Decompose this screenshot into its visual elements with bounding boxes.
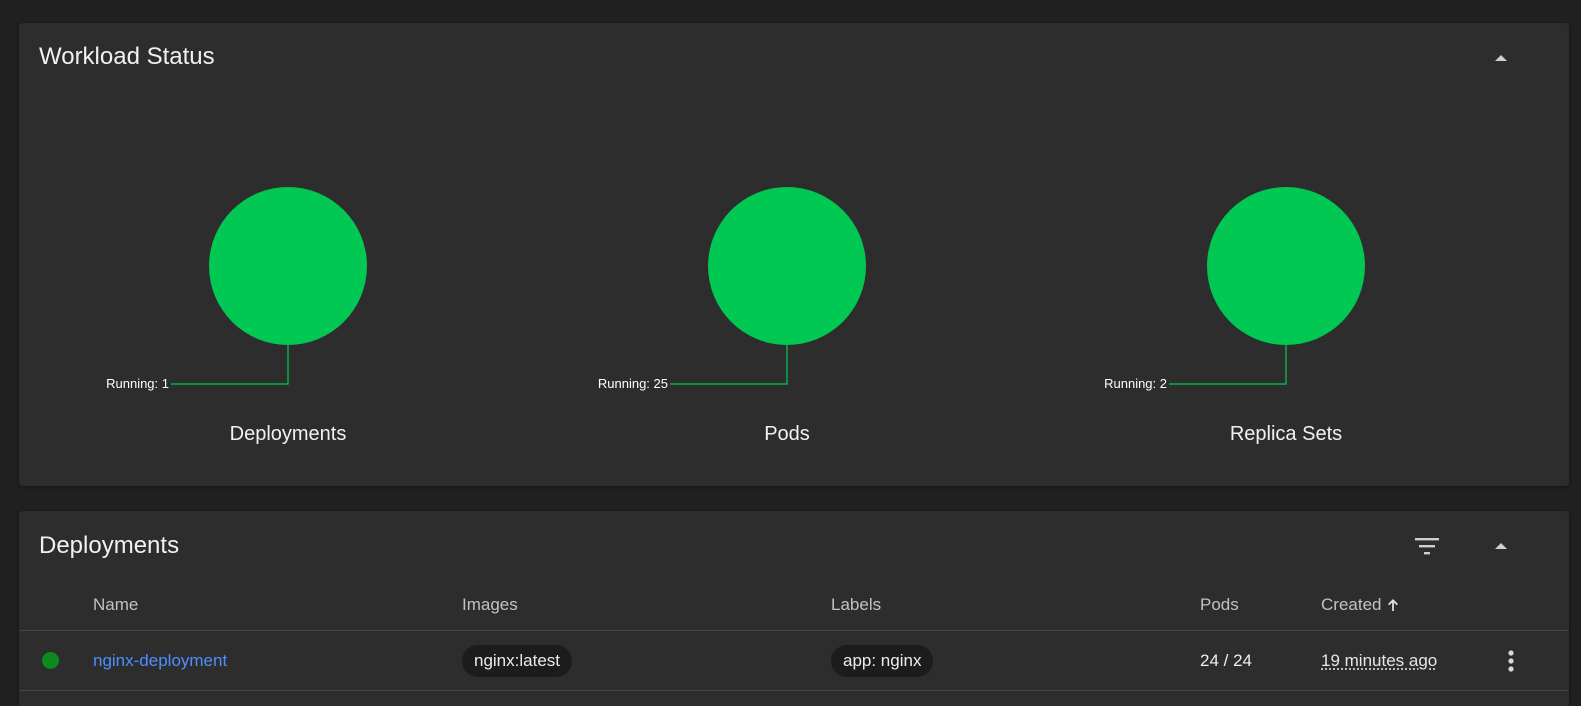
replica-sets-pie-slice[interactable] [1207,187,1365,345]
image-chip: nginx:latest [462,644,572,677]
row-menu-button[interactable] [1501,631,1521,690]
column-header-created[interactable]: Created [1321,595,1399,615]
filter-button[interactable] [1407,526,1447,566]
replica-sets-chart-label: Replica Sets [1229,423,1343,445]
workload-status-card: Workload Status Running: 1 Deployments R… [19,23,1569,486]
deployments-card: Deployments Name Images Labels Pods Crea… [19,511,1569,706]
created-time: 19 minutes ago [1321,650,1438,670]
column-header-images: Images [462,595,518,614]
pods-cell: 24 / 24 [1200,631,1252,690]
pods-count: 24 / 24 [1200,650,1252,670]
column-header-name[interactable]: Name [93,595,138,615]
pods-pie-slice[interactable] [708,187,866,345]
pods-status-chart: Running: 25 Pods [577,23,997,486]
deployments-running-label: Running: 1 [106,376,169,391]
deployments-status-chart: Running: 1 Deployments [78,23,498,486]
replica-sets-running-label: Running: 2 [1104,376,1167,391]
label-chip: app: nginx [831,644,934,677]
column-header-pods: Pods [1200,595,1239,614]
images-cell: nginx:latest [462,631,572,690]
pods-leader-line [670,345,788,385]
column-header-created-label: Created [1321,595,1382,614]
status-cell [42,631,59,690]
chevron-up-icon [1495,55,1507,61]
deployments-title: Deployments [39,532,180,559]
name-cell: nginx-deployment [93,631,227,690]
table-row: nginx-deployment nginx:latest app: nginx… [19,631,1569,691]
filter-icon [1415,538,1439,555]
pods-running-label: Running: 25 [598,376,668,391]
deployments-pie-slice[interactable] [209,187,367,345]
table-header: Name Images Labels Pods Created [19,585,1569,631]
replica-sets-leader-line [1169,345,1287,385]
chevron-up-icon [1495,543,1507,549]
created-cell: 19 minutes ago [1321,631,1437,690]
more-vert-icon [1508,649,1514,672]
replica-sets-status-chart: Running: 2 Replica Sets [1076,23,1496,486]
labels-cell: app: nginx [831,631,934,690]
deployment-name-link[interactable]: nginx-deployment [93,651,227,671]
pods-chart-label: Pods [764,423,810,445]
status-running-icon [42,652,59,669]
collapse-deployments-button[interactable] [1481,526,1521,566]
deployments-chart-label: Deployments [229,423,347,445]
arrow-up-icon[interactable] [1387,598,1399,612]
deployments-leader-line [171,345,289,385]
column-header-labels: Labels [831,595,882,614]
